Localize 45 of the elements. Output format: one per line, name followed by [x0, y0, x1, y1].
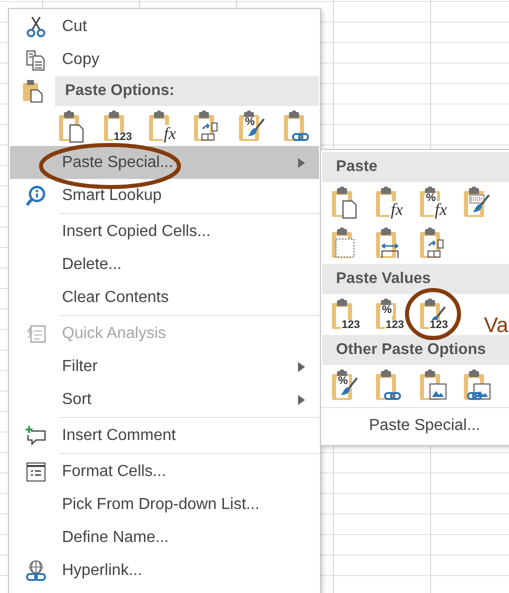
submenu-arrow-icon [298, 362, 305, 372]
menu-item[interactable]: Delete... [10, 248, 319, 281]
submenu-arrow-icon [298, 394, 305, 404]
paste-option-button[interactable]: % [330, 369, 361, 402]
hyperlink-icon [24, 558, 48, 582]
section-header: Paste Options: [55, 76, 319, 106]
menu-item[interactable]: Insert Comment [10, 419, 319, 452]
paste-option-button[interactable] [462, 369, 493, 402]
highlight-ellipse [404, 287, 462, 341]
paste-option-button[interactable]: 123 [330, 298, 361, 331]
menu-item[interactable]: Sort [10, 383, 319, 416]
menu-item[interactable]: Paste Special... [321, 409, 509, 442]
section-header: Other Paste Options [322, 335, 509, 365]
menu-item[interactable]: Pick From Drop-down List... [10, 488, 319, 521]
paste-option-button[interactable]: % 123 [374, 298, 405, 331]
menu-item[interactable]: Paste Special... [10, 146, 319, 179]
paste-option-button[interactable]: fx [374, 186, 405, 219]
annotation-text: Va [484, 314, 508, 338]
submenu-arrow-icon [298, 158, 305, 168]
clipboard-icon [462, 369, 492, 402]
menu-item[interactable]: Cut [10, 10, 319, 43]
clipboard-icon [282, 110, 312, 142]
menu-item[interactable]: Define Name... [10, 521, 319, 554]
clipboard-icon [462, 186, 492, 219]
menu-item[interactable]: Format Cells... [10, 455, 319, 488]
menu-item[interactable]: Insert Copied Cells... [10, 215, 319, 248]
menu-item[interactable]: Copy [10, 43, 319, 76]
paste-option-button[interactable]: % [237, 110, 268, 142]
paste-option-button[interactable] [418, 369, 449, 402]
paste-option-button[interactable]: 123 [102, 110, 133, 142]
search-icon [24, 184, 48, 208]
section-header: Paste [322, 152, 509, 182]
clipboard-icon [418, 369, 448, 402]
menu-item[interactable]: Smart Lookup [10, 179, 319, 212]
menu-item[interactable]: Filter [10, 350, 319, 383]
paste-option-button[interactable]: % fx [418, 186, 449, 219]
menu-item[interactable]: Clear Contents [10, 281, 319, 314]
menu-item[interactable]: Hyperlink... [10, 554, 319, 587]
format-cells-icon [24, 460, 48, 484]
section-header: Paste Values [322, 264, 509, 294]
clipboard-icon [20, 79, 44, 103]
paste-option-button[interactable]: fx [147, 110, 178, 142]
comment-icon [24, 424, 48, 448]
clipboard-icon [374, 369, 404, 402]
scissors-icon [24, 14, 48, 38]
